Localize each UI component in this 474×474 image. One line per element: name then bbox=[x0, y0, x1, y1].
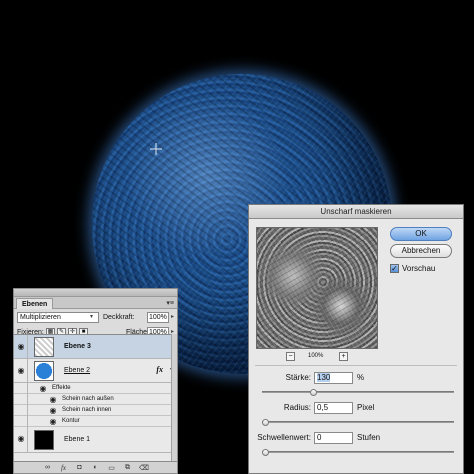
opacity-label: Deckkraft: bbox=[103, 314, 135, 321]
layer-name: Ebene 1 bbox=[64, 436, 91, 443]
visibility-column bbox=[14, 383, 28, 394]
layer-name: Ebene 3 bbox=[64, 343, 91, 350]
effect-label: Schein nach außen bbox=[62, 396, 114, 402]
effect-row[interactable]: ◉ Schein nach innen bbox=[14, 405, 177, 416]
layers-panel: Ebenen ▾≡ Multiplizieren ▾ Deckkraft: 10… bbox=[13, 288, 178, 474]
layer-thumbnail bbox=[34, 337, 54, 357]
amount-input[interactable]: 130 bbox=[314, 372, 353, 384]
ok-button[interactable]: OK bbox=[390, 227, 452, 241]
effect-row[interactable]: ◉ Kontur bbox=[14, 416, 177, 427]
fx-icon[interactable]: fx bbox=[156, 365, 163, 374]
mask-icon[interactable]: ◘ bbox=[75, 464, 84, 471]
fx-icon[interactable]: fx bbox=[59, 464, 68, 472]
link-icon[interactable]: ∞ bbox=[43, 464, 52, 471]
threshold-label: Schwellenwert: bbox=[257, 433, 311, 442]
amount-value: 130 bbox=[317, 373, 331, 382]
eye-icon[interactable]: ◉ bbox=[38, 384, 48, 393]
threshold-slider-knob[interactable] bbox=[262, 449, 269, 456]
preview-label: Vorschau bbox=[402, 264, 436, 273]
zoom-out-button[interactable]: − bbox=[286, 352, 295, 361]
visibility-column bbox=[14, 416, 28, 427]
cancel-button[interactable]: Abbrechen bbox=[390, 244, 452, 258]
opacity-arrow-icon[interactable]: ▸ bbox=[171, 312, 174, 323]
eye-icon[interactable]: ◉ bbox=[16, 434, 26, 443]
preview-checkbox[interactable]: ✓ bbox=[390, 264, 399, 273]
radius-unit: Pixel bbox=[357, 403, 375, 412]
panel-titlebar[interactable] bbox=[14, 289, 177, 297]
amount-slider-knob[interactable] bbox=[310, 389, 317, 396]
unsharp-mask-dialog: Unscharf maskieren − 100% + OK Abbrechen… bbox=[248, 204, 464, 474]
adjustment-icon[interactable]: ◐ bbox=[91, 464, 100, 471]
new-layer-icon[interactable]: ⧉ bbox=[123, 464, 132, 472]
visibility-column bbox=[14, 394, 28, 405]
eye-icon[interactable]: ◉ bbox=[16, 366, 26, 375]
amount-label: Stärke: bbox=[285, 373, 311, 382]
panel-tabrow: Ebenen ▾≡ bbox=[14, 297, 177, 309]
opacity-input[interactable]: 100% bbox=[147, 312, 169, 323]
effect-row[interactable]: ◉ Schein nach außen bbox=[14, 394, 177, 405]
effect-label: Kontur bbox=[62, 418, 80, 424]
effect-label: Schein nach innen bbox=[62, 407, 112, 413]
layer-thumbnail bbox=[34, 430, 54, 450]
folder-icon[interactable]: ▭ bbox=[107, 464, 116, 472]
panel-menu-icon[interactable]: ▾≡ bbox=[166, 299, 174, 307]
eye-icon[interactable]: ◉ bbox=[48, 395, 58, 404]
layer-name: Ebene 2 bbox=[64, 367, 91, 374]
radius-slider[interactable] bbox=[262, 419, 454, 426]
radius-label: Radius: bbox=[283, 403, 311, 412]
effects-row[interactable]: ◉ Effekte bbox=[14, 383, 177, 394]
visibility-column bbox=[14, 405, 28, 416]
panel-footer: ∞ fx ◘ ◐ ▭ ⧉ ⌫ bbox=[14, 461, 177, 473]
layer-list: ◉ Ebene 3 ◉ Ebene 2 fx ▾ ◉ Effekte ◉ Sch… bbox=[14, 334, 177, 462]
threshold-unit: Stufen bbox=[357, 433, 381, 442]
eye-icon[interactable]: ◉ bbox=[48, 417, 58, 426]
amount-unit: % bbox=[357, 373, 365, 382]
zoom-value: 100% bbox=[308, 353, 324, 359]
layer-row-ebene-1[interactable]: ◉ Ebene 1 bbox=[14, 427, 177, 453]
layer-thumbnail bbox=[34, 361, 54, 381]
threshold-input[interactable]: 0 bbox=[314, 432, 353, 444]
divider bbox=[255, 365, 457, 366]
tab-layers[interactable]: Ebenen bbox=[16, 298, 54, 309]
layer-row-ebene-2[interactable]: ◉ Ebene 2 fx ▾ bbox=[14, 359, 177, 383]
amount-slider[interactable] bbox=[262, 389, 454, 396]
preview-image[interactable] bbox=[256, 227, 378, 349]
eye-icon[interactable]: ◉ bbox=[48, 406, 58, 415]
zoom-controls: − 100% + bbox=[286, 352, 348, 362]
dialog-title: Unscharf maskieren bbox=[249, 205, 463, 219]
crosshair-cursor-icon bbox=[150, 143, 162, 155]
radius-input[interactable]: 0,5 bbox=[314, 402, 353, 414]
eye-icon[interactable]: ◉ bbox=[16, 342, 26, 351]
zoom-in-button[interactable]: + bbox=[339, 352, 348, 361]
chevron-down-icon: ▾ bbox=[90, 314, 94, 320]
blend-row: Multiplizieren ▾ Deckkraft: 100% ▸ bbox=[14, 309, 177, 325]
blend-mode-select[interactable]: Multiplizieren bbox=[17, 312, 99, 323]
layer-row-ebene-3[interactable]: ◉ Ebene 3 bbox=[14, 335, 177, 359]
trash-icon[interactable]: ⌫ bbox=[139, 464, 149, 472]
radius-slider-knob[interactable] bbox=[262, 419, 269, 426]
effects-label: Effekte bbox=[52, 385, 71, 391]
layer-list-scrollbar[interactable] bbox=[171, 334, 177, 462]
threshold-slider[interactable] bbox=[262, 449, 454, 456]
